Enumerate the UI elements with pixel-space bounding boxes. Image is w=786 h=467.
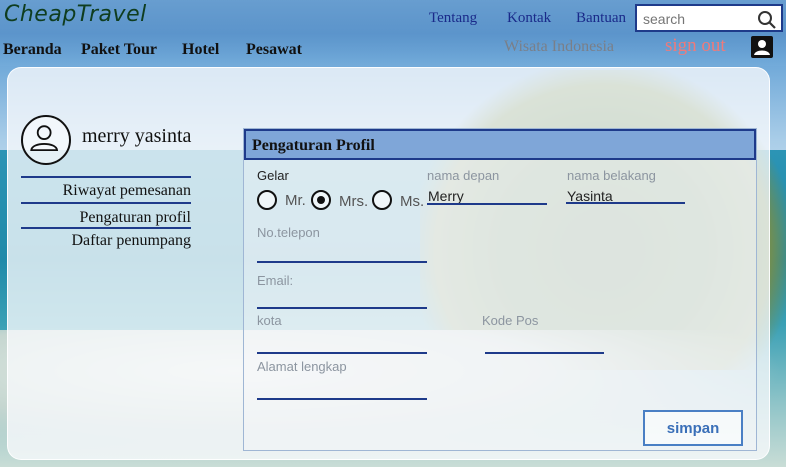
- city-field[interactable]: [257, 352, 427, 354]
- nav-paket-tour[interactable]: Paket Tour: [81, 41, 157, 59]
- radio-ms[interactable]: [372, 190, 392, 210]
- link-bantuan[interactable]: Bantuan: [576, 10, 626, 27]
- address-field[interactable]: [257, 398, 427, 400]
- link-tentang[interactable]: Tentang: [429, 10, 477, 27]
- nav-bar: Beranda Paket Tour Hotel Pesawat Wisata …: [0, 34, 786, 66]
- nav-pesawat[interactable]: Pesawat: [246, 41, 302, 59]
- nav-beranda[interactable]: Beranda: [3, 41, 62, 59]
- radio-mrs-label: Mrs.: [339, 193, 369, 210]
- email-field[interactable]: [257, 307, 427, 309]
- sign-out-link[interactable]: sign out: [665, 35, 726, 57]
- sidebar-divider: [21, 227, 191, 229]
- last-name-underline: [566, 202, 685, 204]
- search-icon[interactable]: [757, 10, 777, 30]
- email-label: Email:: [257, 273, 294, 288]
- last-name-label: nama belakang: [567, 168, 656, 183]
- sidebar-item-daftar-penumpang[interactable]: Daftar penumpang: [71, 232, 191, 250]
- postal-code-field[interactable]: [485, 352, 604, 354]
- sidebar-divider: [21, 176, 191, 178]
- avatar-icon: [21, 115, 71, 165]
- radio-mrs[interactable]: [311, 190, 331, 210]
- city-label: kota: [257, 313, 282, 328]
- site-logo[interactable]: CheapTravel: [4, 2, 147, 27]
- first-name-field[interactable]: Merry: [428, 188, 464, 204]
- sidebar-item-riwayat-pemesanan[interactable]: Riwayat pemesanan: [63, 182, 191, 200]
- address-label: Alamat lengkap: [257, 359, 347, 374]
- phone-label: No.telepon: [257, 225, 320, 240]
- user-icon[interactable]: [751, 36, 773, 58]
- first-name-label: nama depan: [427, 168, 500, 183]
- search-input[interactable]: [643, 9, 753, 29]
- search-box: [635, 4, 783, 32]
- phone-field[interactable]: [257, 261, 427, 263]
- save-button[interactable]: simpan: [643, 410, 743, 446]
- form-header: Pengaturan Profil: [244, 129, 756, 160]
- sidebar-item-pengaturan-profil[interactable]: Pengaturan profil: [79, 209, 191, 227]
- sidebar-divider: [21, 202, 191, 204]
- radio-ms-label: Ms.: [400, 193, 425, 210]
- first-name-underline: [427, 203, 547, 205]
- radio-mr-label: Mr.: [285, 192, 306, 209]
- nav-hotel[interactable]: Hotel: [182, 41, 219, 59]
- link-kontak[interactable]: Kontak: [507, 10, 551, 27]
- profile-form: Pengaturan Profil: [243, 128, 757, 451]
- radio-mr[interactable]: [257, 190, 277, 210]
- top-bar: CheapTravel Tentang Kontak Bantuan: [0, 0, 786, 34]
- wisata-indonesia-label: Wisata Indonesia: [504, 38, 614, 55]
- gelar-label: Gelar: [257, 168, 289, 183]
- postal-code-label: Kode Pos: [482, 313, 539, 328]
- username: merry yasinta: [82, 125, 192, 147]
- form-title: Pengaturan Profil: [252, 137, 375, 154]
